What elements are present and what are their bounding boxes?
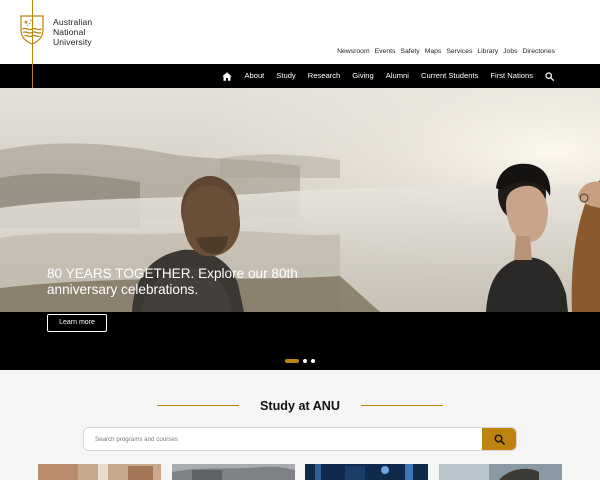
study-card-1-image (38, 464, 161, 480)
main-nav: About Study Research Giving Alumni Curre… (0, 64, 600, 88)
wordmark-line-1: Australian (53, 17, 93, 27)
study-card-2[interactable] (172, 464, 295, 480)
anu-logo[interactable]: Australian National University (20, 15, 92, 47)
study-card-2-image (172, 464, 295, 480)
wordmark-line-3: University (53, 37, 92, 47)
search-icon (493, 433, 505, 445)
study-heading-row: Study at ANU (0, 398, 600, 414)
utility-link-safety[interactable]: Safety (400, 48, 419, 55)
study-card-4-image (439, 464, 562, 480)
header-gold-rule (32, 0, 33, 88)
nav-item-current-students[interactable]: Current Students (415, 64, 484, 88)
hero-headline[interactable]: 80 YEARS TOGETHER. Explore our 80th anni… (47, 266, 307, 298)
university-wordmark: Australian National University (53, 17, 92, 47)
study-title: Study at ANU (260, 399, 340, 413)
search-icon (545, 71, 554, 81)
study-card-3-image (305, 464, 428, 480)
learn-more-button[interactable]: Learn more (47, 314, 107, 332)
study-heading-rule-left (157, 405, 239, 406)
utility-link-maps[interactable]: Maps (425, 48, 442, 55)
program-search-box (83, 427, 517, 451)
program-search-input[interactable] (84, 428, 484, 450)
nav-item-study[interactable]: Study (270, 64, 301, 88)
wordmark-line-2: National (53, 27, 86, 37)
utility-nav: Newsroom Events Safety Maps Services Lib… (337, 48, 555, 55)
nav-item-giving[interactable]: Giving (346, 64, 380, 88)
utility-link-directories[interactable]: Directories (523, 48, 555, 55)
anu-homepage: Australian National University Newsroom … (0, 0, 600, 480)
study-card-1[interactable] (38, 464, 161, 480)
carousel-dot-1[interactable] (285, 359, 299, 363)
study-section: Study at ANU (0, 370, 600, 480)
nav-item-research[interactable]: Research (302, 64, 347, 88)
nav-item-about[interactable]: About (238, 64, 270, 88)
nav-search-button[interactable] (539, 64, 560, 88)
nav-item-alumni[interactable]: Alumni (380, 64, 415, 88)
study-card-4[interactable] (439, 464, 562, 480)
carousel-dot-3[interactable] (311, 359, 315, 363)
utility-link-library[interactable]: Library (477, 48, 498, 55)
utility-link-events[interactable]: Events (375, 48, 396, 55)
home-icon (222, 71, 233, 81)
program-search-button[interactable] (482, 428, 516, 450)
study-card-3[interactable] (305, 464, 428, 480)
utility-link-services[interactable]: Services (446, 48, 472, 55)
carousel-dot-2[interactable] (303, 359, 307, 363)
carousel-dots (285, 359, 315, 363)
nav-home-button[interactable] (216, 64, 238, 88)
utility-link-jobs[interactable]: Jobs (503, 48, 517, 55)
site-header: Australian National University Newsroom … (0, 0, 600, 64)
study-heading-rule-right (361, 405, 443, 406)
hero-carousel: 80 YEARS TOGETHER. Explore our 80th anni… (0, 88, 600, 370)
nav-item-first-nations[interactable]: First Nations (484, 64, 539, 88)
utility-link-newsroom[interactable]: Newsroom (337, 48, 369, 55)
study-cards (0, 464, 600, 480)
